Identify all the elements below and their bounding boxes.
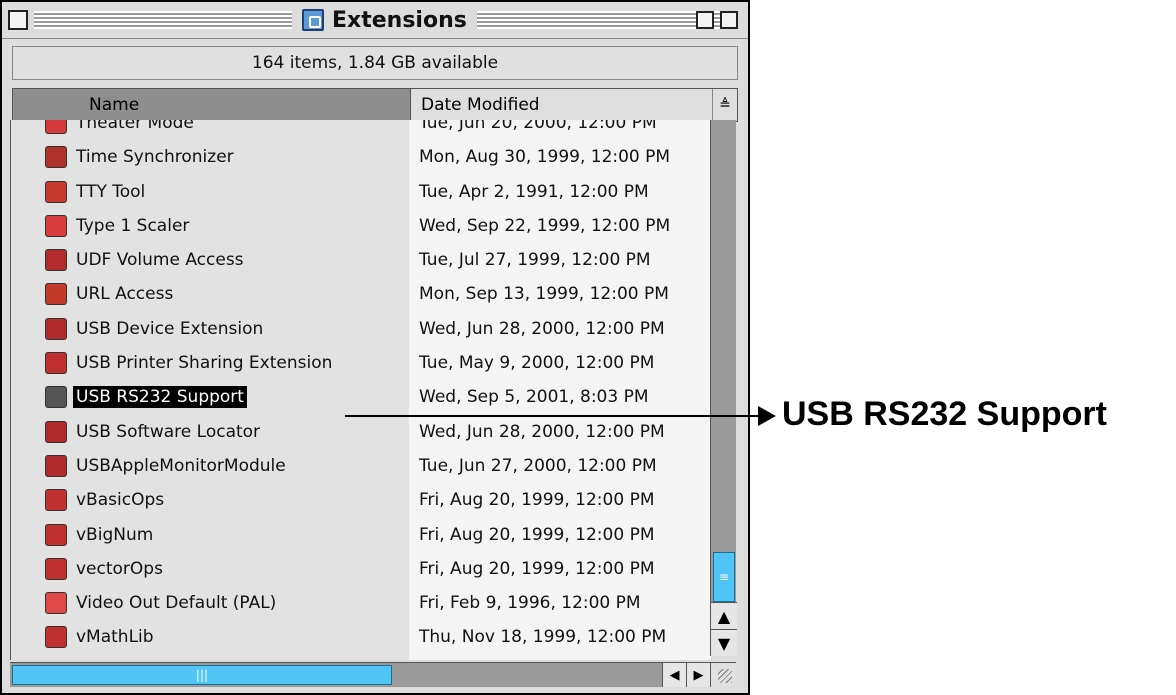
item-date-modified: Tue, Apr 2, 1991, 12:00 PM [419, 181, 649, 202]
scroll-left-arrow-icon[interactable]: ◀ [662, 663, 686, 687]
list-item[interactable]: vectorOps Fri, Aug 20, 1999, 12:00 PM [11, 552, 711, 586]
item-date-modified: Mon, Sep 13, 1999, 12:00 PM [419, 284, 669, 305]
list-item[interactable]: Time Synchronizer Mon, Aug 30, 1999, 12:0… [11, 140, 711, 174]
window-title-area: Extensions [292, 6, 477, 34]
scroll-right-arrow-icon[interactable]: ▶ [686, 663, 710, 687]
title-bar[interactable]: Extensions [2, 2, 748, 39]
close-box-icon[interactable] [8, 10, 28, 30]
scroll-down-arrow-icon[interactable]: ▼ [711, 629, 737, 656]
extension-icon[interactable] [45, 454, 67, 477]
list-item[interactable]: USB Software Locator Wed, Jun 28, 2000, 1… [11, 415, 711, 449]
item-date-modified: Wed, Jun 28, 2000, 12:00 PM [419, 318, 665, 339]
file-rows: Theater Mode Tue, Jun 20, 2000, 12:00 PM T… [11, 120, 711, 655]
extension-icon[interactable] [45, 386, 67, 409]
name-column-label: Name [89, 95, 140, 115]
list-item[interactable]: UDF Volume Access Tue, Jul 27, 1999, 12:0… [11, 243, 711, 277]
item-name[interactable]: USB Printer Sharing Extension [73, 352, 335, 374]
vertical-scroll-thumb[interactable]: ≡ [713, 552, 735, 602]
list-item[interactable]: USB RS232 Support Wed, Sep 5, 2001, 8:03 … [11, 380, 711, 414]
item-name[interactable]: UDF Volume Access [73, 249, 247, 271]
list-item[interactable]: USB Device Extension Wed, Jun 28, 2000, 1… [11, 312, 711, 346]
status-info-bar: 164 items, 1.84 GB available [12, 46, 738, 80]
item-name[interactable]: Type 1 Scaler [73, 215, 192, 237]
item-name[interactable]: URL Access [73, 283, 176, 305]
callout-line [345, 415, 760, 417]
extension-icon[interactable] [45, 180, 67, 203]
item-name[interactable]: vBigNum [73, 524, 156, 546]
column-header: Name Date Modified ≜ [12, 88, 738, 122]
extension-icon[interactable] [45, 489, 67, 512]
vertical-scrollbar[interactable]: ≡ ▲ ▼ [710, 120, 737, 656]
sort-triangle-icon: ≜ [719, 97, 731, 113]
item-name[interactable]: USB Software Locator [73, 421, 263, 443]
extension-icon[interactable] [45, 120, 67, 134]
extension-icon[interactable] [45, 214, 67, 237]
resize-grow-box-icon[interactable] [710, 662, 736, 687]
extension-icon[interactable] [45, 352, 67, 375]
item-name[interactable]: USB RS232 Support [73, 386, 247, 409]
item-name[interactable]: vMathLib [73, 626, 157, 648]
item-name[interactable]: Theater Mode [73, 120, 197, 134]
extension-icon[interactable] [45, 523, 67, 546]
extension-icon[interactable] [45, 626, 67, 649]
list-item[interactable]: vBasicOps Fri, Aug 20, 1999, 12:00 PM [11, 483, 711, 517]
window-title: Extensions [332, 7, 467, 33]
callout-label: USB RS232 Support [782, 395, 1107, 433]
list-item[interactable]: Video Out Default (PAL) Fri, Feb 9, 1996,… [11, 586, 711, 620]
item-name[interactable]: Video Out Default (PAL) [73, 592, 279, 614]
item-name[interactable]: USBAppleMonitorModule [73, 455, 289, 477]
list-item[interactable]: vMathLib Thu, Nov 18, 1999, 12:00 PM [11, 620, 711, 654]
item-date-modified: Fri, Aug 20, 1999, 12:00 PM [419, 558, 655, 579]
sort-direction-button[interactable]: ≜ [713, 89, 737, 121]
date-modified-column-header[interactable]: Date Modified [411, 89, 713, 121]
item-date-modified: Fri, Aug 20, 1999, 12:00 PM [419, 490, 655, 511]
item-date-modified: Tue, Jun 20, 2000, 12:00 PM [419, 120, 657, 133]
status-info-text: 164 items, 1.84 GB available [251, 53, 499, 73]
list-item[interactable]: URL Access Mon, Sep 13, 1999, 12:00 PM [11, 277, 711, 311]
list-item[interactable]: USB Printer Sharing Extension Tue, May 9,… [11, 346, 711, 380]
folder-icon [302, 9, 324, 31]
item-date-modified: Wed, Sep 5, 2001, 8:03 PM [419, 387, 649, 408]
date-column-label: Date Modified [421, 95, 540, 115]
item-name[interactable]: vectorOps [73, 558, 166, 580]
item-name[interactable]: vBasicOps [73, 489, 167, 511]
extension-icon[interactable] [45, 146, 67, 169]
list-item[interactable]: vBigNum Fri, Aug 20, 1999, 12:00 PM [11, 518, 711, 552]
list-item[interactable]: Theater Mode Tue, Jun 20, 2000, 12:00 PM [11, 120, 711, 140]
horizontal-scrollbar[interactable]: ||| ◀ ▶ [10, 662, 710, 687]
item-date-modified: Fri, Aug 20, 1999, 12:00 PM [419, 524, 655, 545]
extension-icon[interactable] [45, 420, 67, 443]
item-date-modified: Wed, Jun 28, 2000, 12:00 PM [419, 421, 665, 442]
list-item[interactable]: USBAppleMonitorModule Tue, Jun 27, 2000, … [11, 449, 711, 483]
list-item[interactable]: Type 1 Scaler Wed, Sep 22, 1999, 12:00 PM [11, 209, 711, 243]
extension-icon[interactable] [45, 249, 67, 272]
item-name[interactable]: TTY Tool [73, 181, 148, 203]
document-icon[interactable] [45, 592, 67, 615]
item-date-modified: Tue, Jun 27, 2000, 12:00 PM [419, 455, 657, 476]
zoom-box-icon[interactable] [696, 11, 714, 29]
file-list: Theater Mode Tue, Jun 20, 2000, 12:00 PM T… [10, 120, 711, 660]
item-date-modified: Tue, Jul 27, 1999, 12:00 PM [419, 250, 651, 271]
collapse-box-icon[interactable] [720, 11, 738, 29]
callout-arrow-icon [758, 406, 776, 426]
item-date-modified: Fri, Feb 9, 1996, 12:00 PM [419, 593, 641, 614]
item-name[interactable]: USB Device Extension [73, 318, 266, 340]
list-item[interactable]: TTY Tool Tue, Apr 2, 1991, 12:00 PM [11, 175, 711, 209]
scroll-up-arrow-icon[interactable]: ▲ [711, 602, 737, 629]
item-date-modified: Thu, Nov 18, 1999, 12:00 PM [419, 627, 667, 648]
extension-icon[interactable] [45, 283, 67, 306]
extension-icon[interactable] [45, 317, 67, 340]
name-column-header[interactable]: Name [13, 89, 411, 121]
item-name[interactable]: Time Synchronizer [73, 146, 237, 168]
extension-icon[interactable] [45, 557, 67, 580]
horizontal-scroll-thumb[interactable]: ||| [12, 665, 392, 685]
item-date-modified: Tue, May 9, 2000, 12:00 PM [419, 353, 655, 374]
item-date-modified: Wed, Sep 22, 1999, 12:00 PM [419, 215, 671, 236]
item-date-modified: Mon, Aug 30, 1999, 12:00 PM [419, 147, 671, 168]
